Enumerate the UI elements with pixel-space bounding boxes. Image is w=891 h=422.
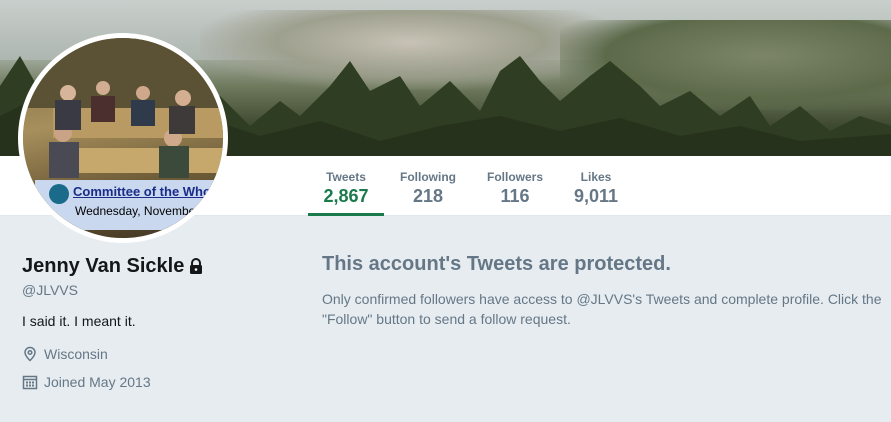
tab-tweets-count: 2,867 <box>323 186 369 206</box>
protected-tweets-message: Only confirmed followers have access to … <box>322 291 882 327</box>
profile-avatar[interactable]: Committee of the Whole Wednesday, Novemb… <box>18 33 228 243</box>
location-pin-icon <box>24 346 36 362</box>
tab-tweets[interactable]: Tweets 2,867 <box>308 156 384 216</box>
tab-followers-count: 116 <box>500 186 530 206</box>
avatar-caption-logo <box>49 184 69 204</box>
profile-location-text: Wisconsin <box>44 346 108 362</box>
profile-joined-date: Joined May 2013 <box>22 374 151 390</box>
profile-name-text: Jenny Van Sickle <box>22 255 185 277</box>
tab-likes[interactable]: Likes 9,011 <box>566 156 626 216</box>
lock-icon <box>188 257 204 280</box>
profile-joined-text: Joined May 2013 <box>44 374 151 390</box>
profile-name[interactable]: Jenny Van Sickle <box>22 255 204 280</box>
calendar-icon <box>22 375 38 390</box>
tab-tweets-label: Tweets <box>326 170 366 184</box>
tab-following-label: Following <box>400 170 456 184</box>
tab-following[interactable]: Following 218 <box>392 156 464 216</box>
protected-tweets-heading: This account's Tweets are protected. <box>322 253 671 275</box>
tab-followers-label: Followers <box>486 170 543 184</box>
tab-likes-count: 9,011 <box>573 186 619 206</box>
avatar-caption: Committee of the Whole Wednesday, Novemb… <box>35 180 223 230</box>
avatar-caption-title: Committee of the Whole <box>73 184 222 199</box>
profile-bio: I said it. I meant it. <box>22 313 136 329</box>
tab-followers[interactable]: Followers 116 <box>480 156 550 216</box>
profile-handle[interactable]: @JLVVS <box>22 282 78 298</box>
profile-location: Wisconsin <box>22 346 108 362</box>
avatar-caption-subtitle: Wednesday, November <box>75 204 200 218</box>
tab-following-count: 218 <box>412 186 444 206</box>
tab-likes-label: Likes <box>580 170 612 184</box>
